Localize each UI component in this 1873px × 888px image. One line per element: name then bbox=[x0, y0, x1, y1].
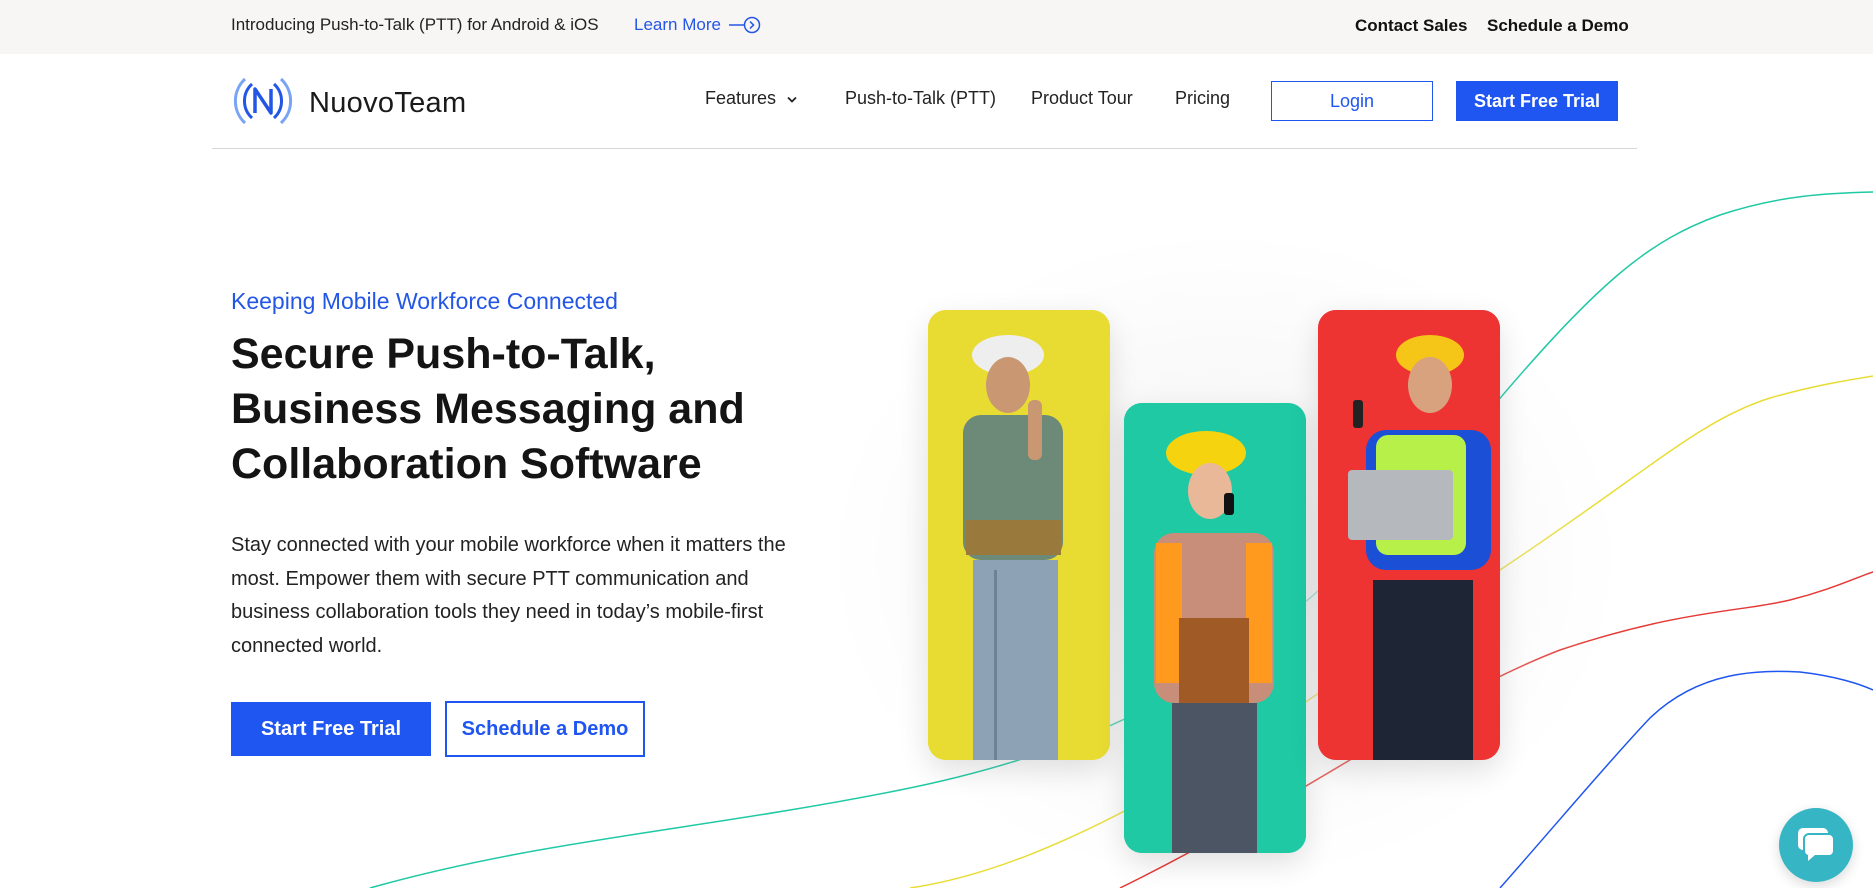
chat-widget-button[interactable] bbox=[1779, 808, 1853, 882]
chat-bubble-icon bbox=[1796, 824, 1836, 867]
hero-description: Stay connected with your mobile workforc… bbox=[231, 534, 786, 657]
hero-start-trial-button[interactable]: Start Free Trial bbox=[231, 702, 431, 756]
worker-with-laptop-image bbox=[1318, 310, 1500, 760]
page: Introducing Push-to-Talk (PTT) for Andro… bbox=[0, 0, 1873, 888]
hero-title: Secure Push-to-Talk, Business Messaging … bbox=[231, 330, 745, 488]
hero-schedule-demo-button[interactable]: Schedule a Demo bbox=[445, 701, 645, 757]
hero-eyebrow: Keeping Mobile Workforce Connected bbox=[231, 288, 618, 314]
worker-on-phone-image bbox=[928, 310, 1110, 760]
worker-with-walkie-talkie-image bbox=[1124, 403, 1306, 853]
